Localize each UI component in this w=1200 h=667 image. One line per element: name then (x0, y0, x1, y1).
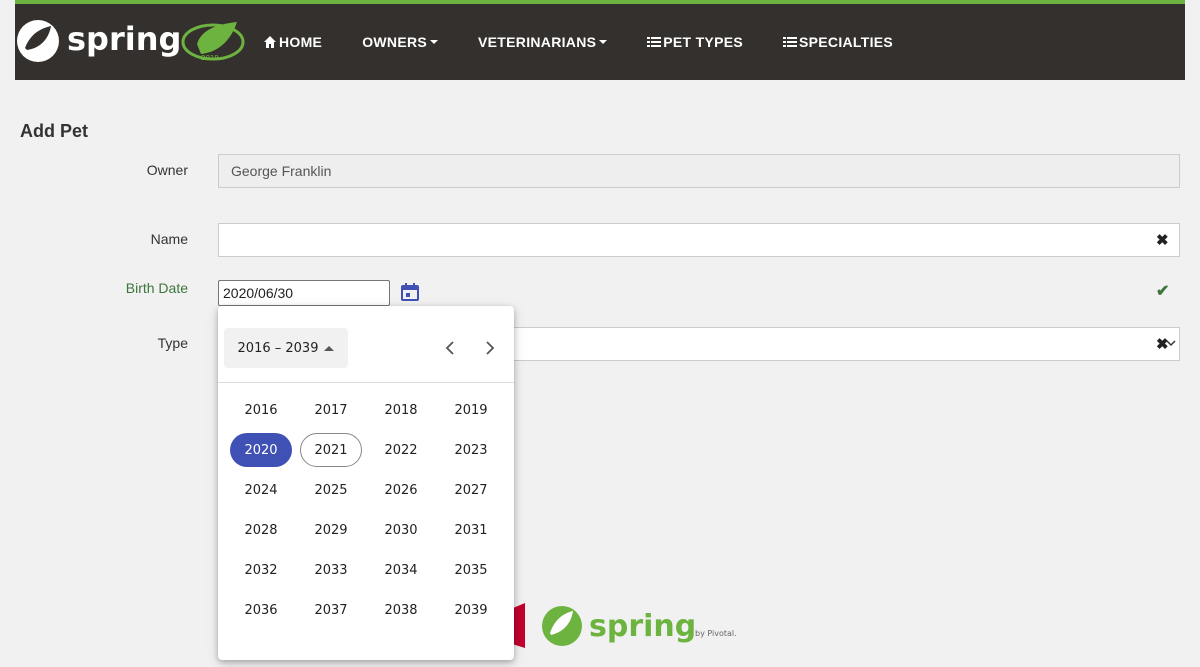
period-toggle-button[interactable]: 2016 – 2039 (224, 328, 348, 368)
year-cell[interactable]: 2036 (226, 590, 296, 630)
year-cell[interactable]: 2035 (436, 550, 506, 590)
period-label: 2016 – 2039 (237, 340, 319, 356)
year-label: 2032 (244, 562, 278, 578)
year-label: 2024 (244, 482, 278, 498)
nav-owners-label: Owners (362, 34, 428, 50)
year-label: 2039 (454, 602, 488, 618)
year-label: 2016 (244, 402, 278, 418)
owner-field: George Franklin (218, 154, 1180, 188)
year-label: 2037 (314, 602, 348, 618)
caret-down-icon (599, 40, 608, 44)
year-label: 2033 (314, 562, 348, 578)
nav-pet-types-label: Pet Types (663, 34, 743, 50)
year-cell[interactable]: 2039 (436, 590, 506, 630)
year-label: 2019 (454, 402, 488, 418)
year-label: 2021 (300, 433, 362, 467)
nav-owners[interactable]: Owners (362, 34, 439, 50)
list-icon (783, 37, 797, 47)
footer-logo-text: spring (589, 609, 696, 644)
page-title: Add Pet (20, 121, 89, 141)
year-cell[interactable]: 2020 (226, 430, 296, 470)
nav-veterinarians[interactable]: Veterinarians (478, 34, 608, 50)
year-cell[interactable]: 2030 (366, 510, 436, 550)
logo-text: spring (67, 20, 181, 58)
caret-up-icon (324, 345, 335, 351)
footer-logo-sub: by Pivotal. (695, 629, 737, 638)
birth-date-value: 2020/06/30 (223, 285, 294, 301)
home-icon (264, 36, 276, 48)
nav-specialties[interactable]: Specialties (783, 34, 893, 50)
year-cell[interactable]: 2023 (436, 430, 506, 470)
year-cell[interactable]: 2033 (296, 550, 366, 590)
year-cell[interactable]: 2024 (226, 470, 296, 510)
birth-date-input[interactable]: 2020/06/30 (218, 280, 390, 306)
year-cell[interactable]: 2026 (366, 470, 436, 510)
name-label: Name (150, 231, 188, 247)
year-cell[interactable]: 2018 (366, 390, 436, 430)
list-icon (647, 37, 662, 47)
year-cell[interactable]: 2028 (226, 510, 296, 550)
year-label: 2031 (454, 522, 488, 538)
year-label: 2018 (384, 402, 418, 418)
year-cell[interactable]: 2021 (296, 430, 366, 470)
select-chevron-icon (1166, 340, 1176, 347)
footer-spring-logo: spring by Pivotal. (509, 603, 737, 648)
year-label: 2026 (384, 482, 418, 498)
name-input[interactable] (218, 223, 1180, 257)
navbar: spring 2019 Home Owners Veterinarians Pe… (15, 0, 1185, 80)
datepicker-popup: 2016 – 2039 2016 2017 2018 2019 2020 2021 2022… (218, 306, 514, 660)
caret-down-icon (430, 40, 439, 44)
year-cell[interactable]: 2029 (296, 510, 366, 550)
previous-period-icon[interactable] (440, 338, 460, 358)
year-label: 2035 (454, 562, 488, 578)
name-error-icon: ✖ (1156, 232, 1169, 249)
next-period-icon[interactable] (480, 338, 500, 358)
year-label: 2038 (384, 602, 418, 618)
birth-date-label: Birth Date (125, 280, 188, 296)
year-cell[interactable]: 2034 (366, 550, 436, 590)
nav-specialties-label: Specialties (799, 34, 894, 50)
year-cell[interactable]: 2022 (366, 430, 436, 470)
nav-pet-types[interactable]: Pet Types (647, 34, 743, 50)
year-cell[interactable]: 2031 (436, 510, 506, 550)
year-label: 2025 (314, 482, 348, 498)
year-label: 2029 (314, 522, 348, 538)
year-cell[interactable]: 2027 (436, 470, 506, 510)
year-label: 2034 (384, 562, 418, 578)
logo-badge: 2019 (201, 54, 219, 62)
nav-home[interactable]: Home (263, 34, 322, 50)
spring-logo[interactable]: spring 2019 (15, 14, 245, 66)
owner-label: Owner (146, 162, 188, 178)
picker-divider (218, 382, 514, 383)
year-label: 2023 (454, 442, 488, 458)
year-cell[interactable]: 2032 (226, 550, 296, 590)
owner-value: George Franklin (231, 163, 332, 179)
year-label: 2036 (244, 602, 278, 618)
nav-home-label: Home (279, 34, 323, 50)
valid-check-icon: ✔ (1156, 283, 1170, 300)
year-cell[interactable]: 2025 (296, 470, 366, 510)
year-label: 2022 (384, 442, 418, 458)
year-cell[interactable]: 2019 (436, 390, 506, 430)
year-label: 2027 (454, 482, 488, 498)
year-label: 2028 (244, 522, 278, 538)
type-label: Type (157, 335, 188, 351)
year-grid: 2016 2017 2018 2019 2020 2021 2022 2023 2024 2025… (226, 390, 506, 630)
year-cell[interactable]: 2017 (296, 390, 366, 430)
calendar-icon[interactable] (400, 282, 420, 302)
year-label: 2030 (384, 522, 418, 538)
year-label: 2020 (230, 433, 292, 467)
nav-veterinarians-label: Veterinarians (478, 34, 597, 50)
year-cell[interactable]: 2038 (366, 590, 436, 630)
year-cell[interactable]: 2016 (226, 390, 296, 430)
year-label: 2017 (314, 402, 348, 418)
year-cell[interactable]: 2037 (296, 590, 366, 630)
